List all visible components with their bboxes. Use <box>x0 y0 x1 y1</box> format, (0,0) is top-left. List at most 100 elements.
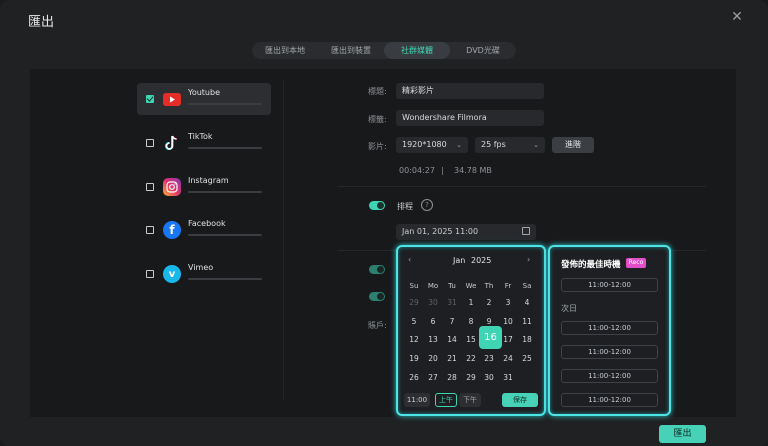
calendar-year: 2025 <box>471 256 492 265</box>
divider <box>283 80 284 400</box>
video-label: 影片: <box>368 142 387 151</box>
calendar-day[interactable]: 31 <box>443 298 461 307</box>
title-label: 標題: <box>368 87 387 96</box>
time-slot[interactable]: 11:00-12:00 <box>561 278 658 292</box>
advanced-button[interactable]: 進階 <box>552 137 594 153</box>
schedule-datetime-input[interactable]: Jan 01, 2025 11:00 <box>396 224 536 240</box>
platform-name: TikTok <box>188 132 213 141</box>
calendar-day[interactable]: 13 <box>424 335 442 344</box>
weekday-label: Tu <box>448 282 456 290</box>
save-button[interactable]: 保存 <box>502 393 538 407</box>
calendar-day[interactable]: 4 <box>518 298 536 307</box>
platform-youtube[interactable]: Youtube <box>137 83 271 115</box>
calendar-day[interactable]: 26 <box>405 373 423 382</box>
calendar-day[interactable]: 6 <box>424 317 442 326</box>
calendar-day[interactable]: 19 <box>405 354 423 363</box>
tab-social[interactable]: 社群媒體 <box>384 42 450 59</box>
duration: 00:04:27 <box>399 166 435 175</box>
next-day-label: 次日 <box>561 304 577 313</box>
tab-device[interactable]: 匯出到裝置 <box>318 42 384 59</box>
calendar-day[interactable]: 25 <box>518 354 536 363</box>
prev-month-icon[interactable]: ‹ <box>408 255 411 264</box>
calendar-day[interactable]: 28 <box>443 373 461 382</box>
time-field[interactable]: 11:00 <box>404 393 430 407</box>
checkbox[interactable] <box>146 183 154 191</box>
tab-dvd[interactable]: DVD光碟 <box>450 42 516 59</box>
help-icon[interactable]: ? <box>421 199 433 211</box>
title-input[interactable]: 精彩影片 <box>396 83 544 99</box>
time-slot[interactable]: 11:00-12:00 <box>561 369 658 383</box>
schedule-label: 排程 <box>397 202 413 211</box>
calendar-day[interactable]: 10 <box>499 317 517 326</box>
calendar-day[interactable]: 12 <box>405 335 423 344</box>
platform-tiktok[interactable]: TikTok <box>137 127 271 159</box>
option-toggle[interactable] <box>369 292 385 301</box>
tab-local[interactable]: 匯出到本地 <box>252 42 318 59</box>
pm-button[interactable]: 下午 <box>459 393 481 407</box>
dialog-title: 匯出 <box>28 15 55 30</box>
tags-input[interactable]: Wondershare Filmora <box>396 110 544 126</box>
platform-name: Instagram <box>188 176 229 185</box>
weekday-label: Th <box>484 282 494 290</box>
calendar-day[interactable]: 27 <box>424 373 442 382</box>
time-slot[interactable]: 11:00-12:00 <box>561 321 658 335</box>
divider <box>338 186 706 187</box>
calendar-day[interactable]: 3 <box>499 298 517 307</box>
calendar-day[interactable]: 18 <box>518 335 536 344</box>
platform-bar <box>188 103 262 105</box>
am-button[interactable]: 上午 <box>435 393 457 407</box>
checkbox[interactable] <box>146 139 154 147</box>
resolution-value: 1920*1080 <box>402 140 447 149</box>
option-toggle[interactable] <box>369 265 385 274</box>
export-tabs: 匯出到本地 匯出到裝置 社群媒體 DVD光碟 <box>252 42 516 59</box>
instagram-icon <box>163 178 181 196</box>
weekday-label: Sa <box>522 282 532 290</box>
calendar-day[interactable]: 20 <box>424 354 442 363</box>
calendar-day[interactable]: 14 <box>443 335 461 344</box>
checkbox[interactable] <box>146 226 154 234</box>
tiktok-icon <box>163 134 181 152</box>
calendar-day[interactable]: 29 <box>405 298 423 307</box>
calendar-day[interactable]: 21 <box>443 354 461 363</box>
time-slot[interactable]: 11:00-12:00 <box>561 393 658 407</box>
calendar-day[interactable]: 17 <box>499 335 517 344</box>
schedule-toggle[interactable] <box>369 201 385 210</box>
platform-name: Facebook <box>188 219 226 228</box>
calendar-day[interactable]: 15 <box>462 335 480 344</box>
calendar-day[interactable]: 29 <box>462 373 480 382</box>
calendar-day[interactable]: 1 <box>462 298 480 307</box>
fps-select[interactable]: 25 fps ⌄ <box>475 137 545 153</box>
datetime-value: Jan 01, 2025 11:00 <box>402 227 479 236</box>
calendar-day[interactable]: 22 <box>462 354 480 363</box>
platform-bar <box>188 278 262 280</box>
chevron-down-icon: ⌄ <box>456 141 462 149</box>
close-icon[interactable]: ✕ <box>729 9 745 25</box>
platform-instagram[interactable]: Instagram <box>137 171 271 203</box>
calendar-day[interactable]: 24 <box>499 354 517 363</box>
calendar-month: Jan <box>453 256 466 265</box>
platform-facebook[interactable]: f Facebook <box>137 214 271 246</box>
calendar-day[interactable]: 11 <box>518 317 536 326</box>
calendar-day[interactable]: 2 <box>480 298 498 307</box>
export-button[interactable]: 匯出 <box>659 425 706 443</box>
calendar-day[interactable]: 23 <box>480 354 498 363</box>
calendar-day[interactable]: 30 <box>480 373 498 382</box>
vimeo-icon: v <box>163 265 181 283</box>
export-dialog: 匯出 ✕ 匯出到本地 匯出到裝置 社群媒體 DVD光碟 Youtube TikT… <box>0 0 768 446</box>
platform-name: Youtube <box>188 88 220 97</box>
account-label: 賬戶: <box>368 321 387 330</box>
weekday-label: We <box>465 282 477 290</box>
platform-name: Vimeo <box>188 263 214 272</box>
calendar-day[interactable]: 30 <box>424 298 442 307</box>
calendar-day[interactable]: 9 <box>480 317 498 326</box>
calendar-day[interactable]: 5 <box>405 317 423 326</box>
calendar-day[interactable]: 31 <box>499 373 517 382</box>
checkbox[interactable] <box>146 270 154 278</box>
resolution-select[interactable]: 1920*1080 ⌄ <box>396 137 468 153</box>
next-month-icon[interactable]: › <box>527 255 530 264</box>
time-slot[interactable]: 11:00-12:00 <box>561 345 658 359</box>
checkbox[interactable] <box>146 95 154 103</box>
calendar-day[interactable]: 7 <box>443 317 461 326</box>
platform-vimeo[interactable]: v Vimeo <box>137 258 271 290</box>
calendar-day[interactable]: 8 <box>462 317 480 326</box>
